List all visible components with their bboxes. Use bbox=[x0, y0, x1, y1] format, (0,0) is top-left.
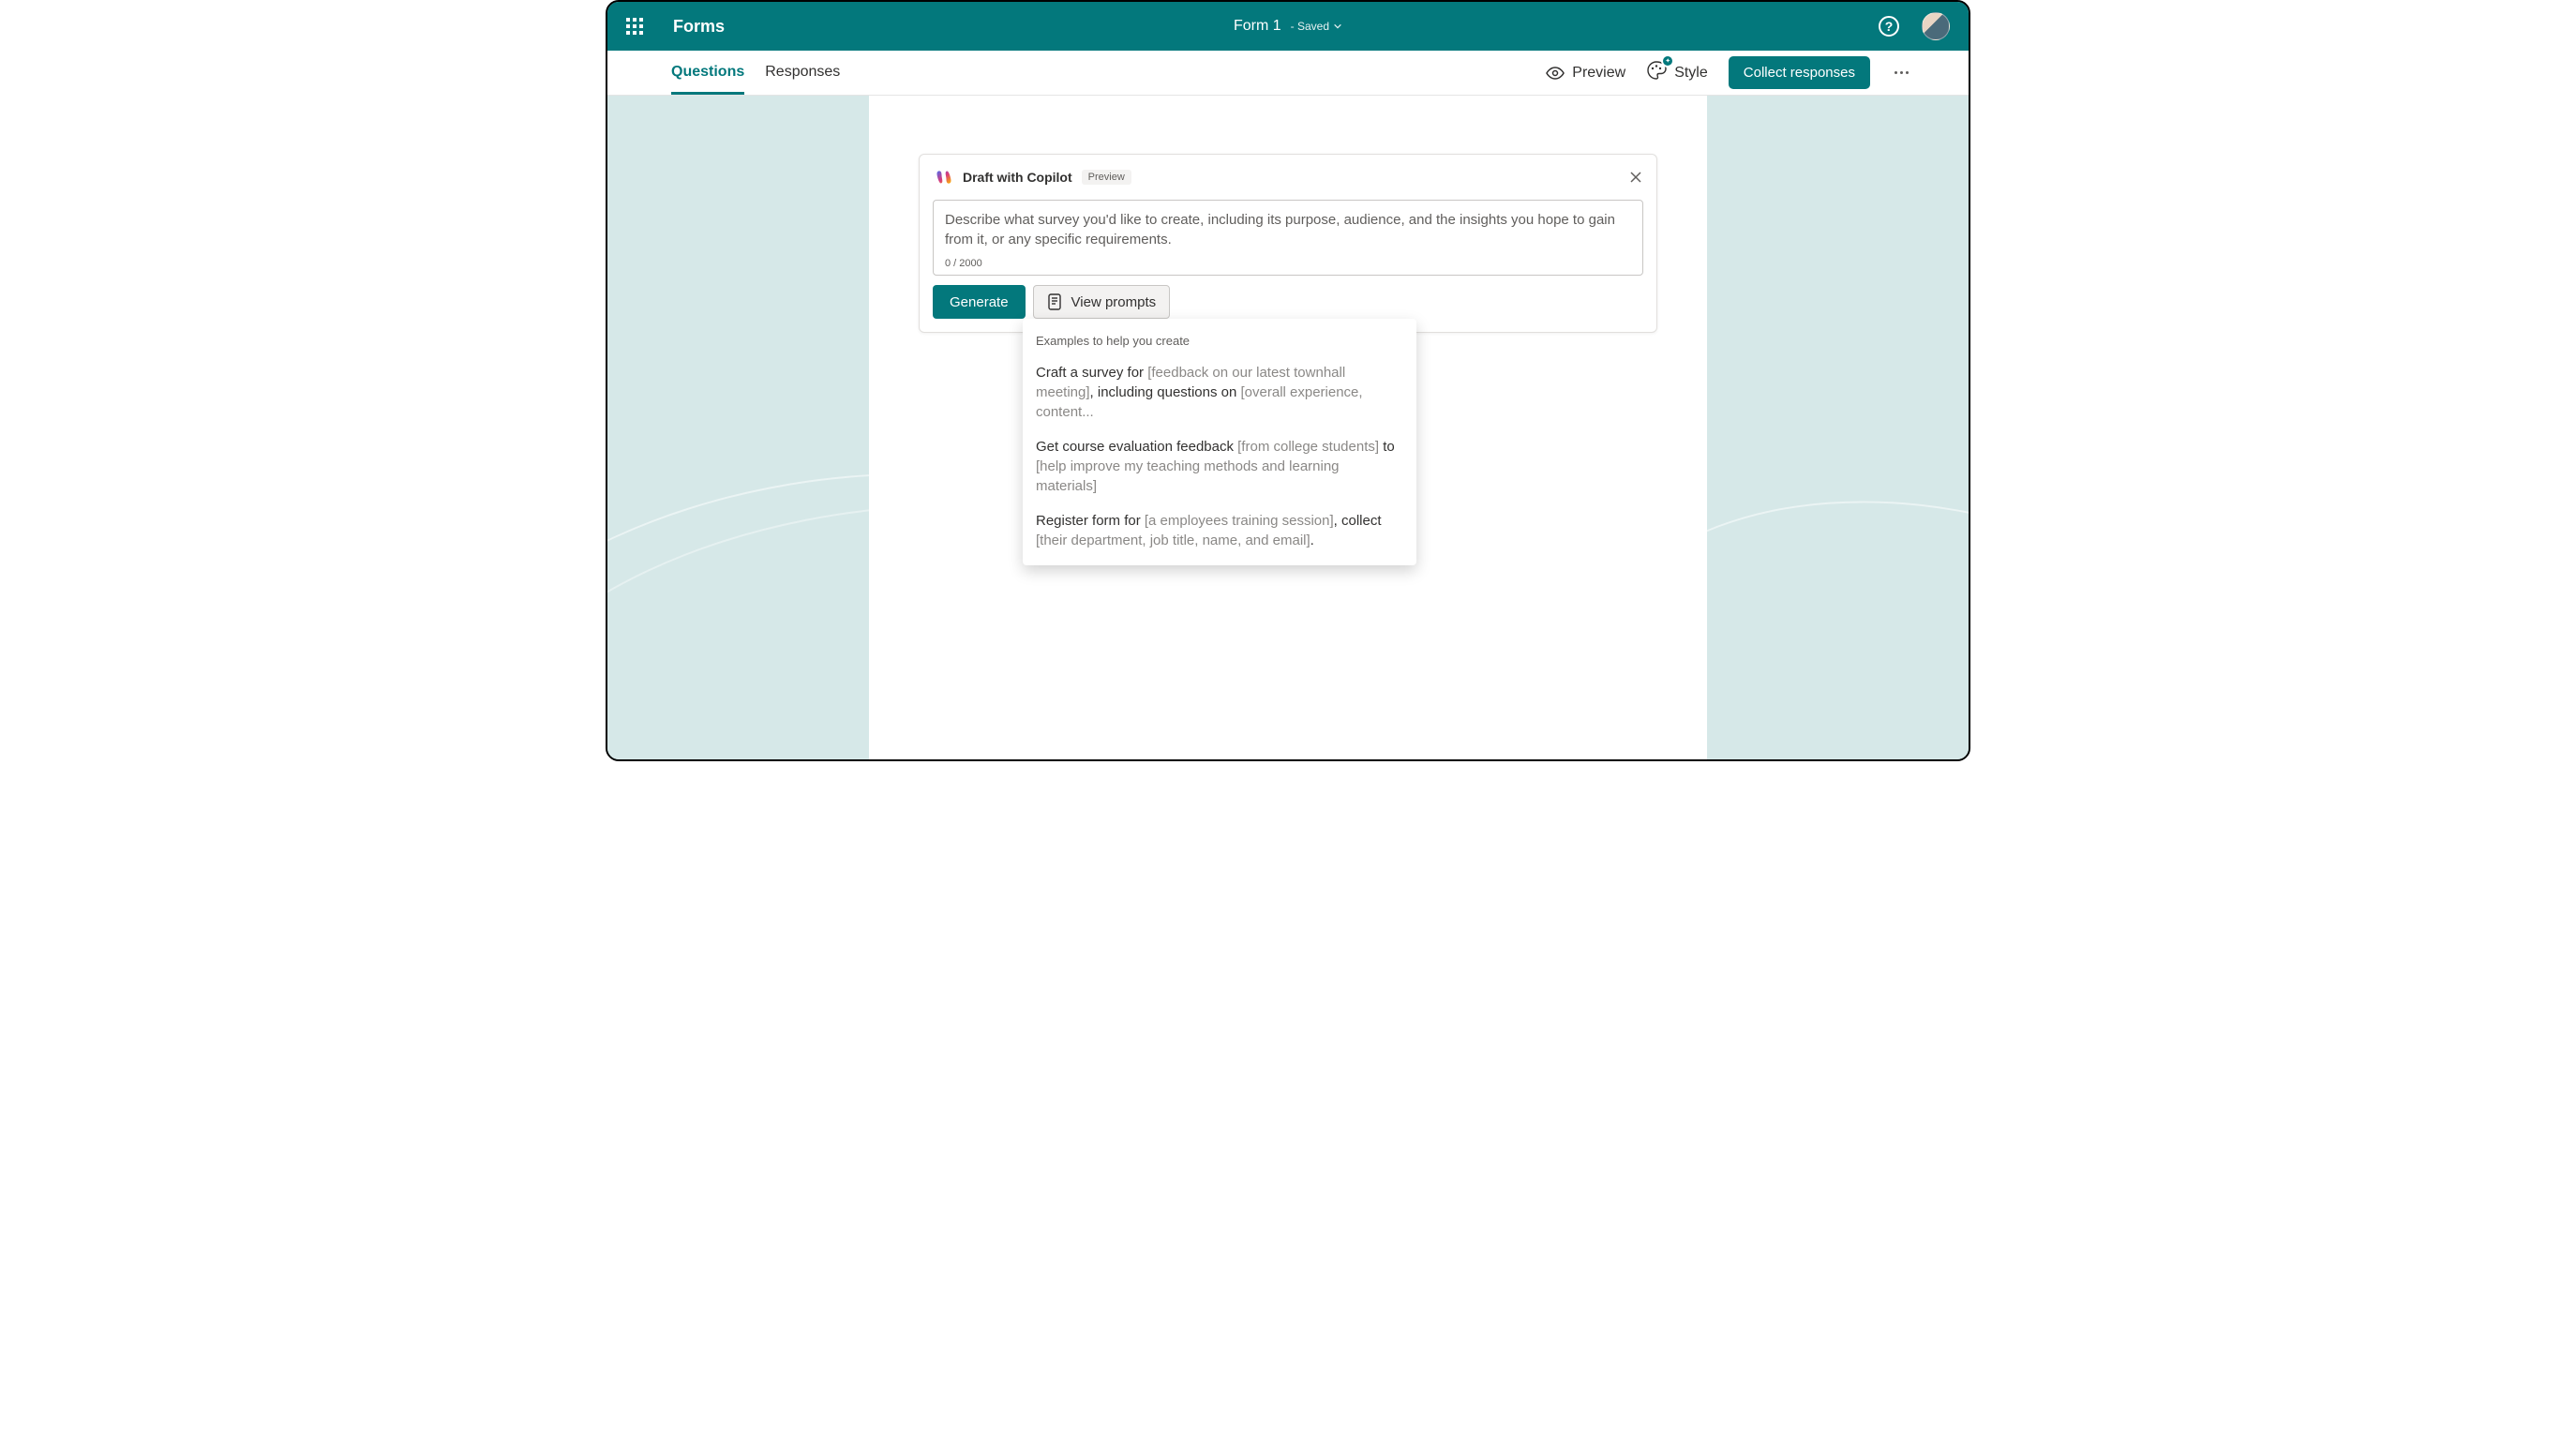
prompt-example[interactable]: Get course evaluation feedback [from col… bbox=[1023, 429, 1416, 503]
chevron-down-icon bbox=[1333, 22, 1342, 31]
style-button[interactable]: Style bbox=[1646, 60, 1708, 85]
prompts-dropdown: Examples to help you create Craft a surv… bbox=[1023, 319, 1416, 565]
prompts-icon bbox=[1047, 293, 1062, 310]
prompt-input[interactable] bbox=[945, 210, 1631, 251]
prompt-box: 0 / 2000 bbox=[933, 200, 1643, 276]
generate-button[interactable]: Generate bbox=[933, 285, 1026, 319]
view-prompts-button[interactable]: View prompts bbox=[1033, 285, 1171, 319]
preview-label: Preview bbox=[1572, 65, 1625, 82]
app-name: Forms bbox=[673, 17, 725, 37]
document-title-area[interactable]: Form 1 - Saved bbox=[1234, 18, 1342, 35]
avatar[interactable] bbox=[1922, 12, 1950, 40]
toolbar: Questions Responses Preview Style Collec… bbox=[607, 51, 1969, 96]
copilot-card-title: Draft with Copilot bbox=[963, 170, 1072, 185]
copilot-icon bbox=[935, 168, 953, 187]
preview-button[interactable]: Preview bbox=[1546, 65, 1625, 82]
collect-responses-button[interactable]: Collect responses bbox=[1729, 56, 1870, 89]
view-prompts-label: View prompts bbox=[1071, 294, 1157, 310]
more-options-icon[interactable] bbox=[1891, 68, 1912, 78]
form-canvas: Draft with Copilot Preview 0 / 2000 Gene… bbox=[869, 96, 1707, 759]
prompt-example[interactable]: Craft a survey for [feedback on our late… bbox=[1023, 355, 1416, 429]
char-count: 0 / 2000 bbox=[945, 258, 1631, 269]
waffle-icon[interactable] bbox=[626, 18, 643, 35]
style-label: Style bbox=[1674, 65, 1708, 82]
canvas-background: Draft with Copilot Preview 0 / 2000 Gene… bbox=[607, 96, 1969, 759]
tab-questions[interactable]: Questions bbox=[671, 52, 744, 95]
help-icon[interactable]: ? bbox=[1879, 16, 1899, 37]
document-title: Form 1 bbox=[1234, 18, 1281, 35]
dropdown-header: Examples to help you create bbox=[1023, 330, 1416, 355]
prompt-example[interactable]: Register form for [a employees training … bbox=[1023, 503, 1416, 558]
copilot-card: Draft with Copilot Preview 0 / 2000 Gene… bbox=[919, 154, 1657, 333]
top-bar: Forms Form 1 - Saved ? bbox=[607, 2, 1969, 51]
preview-badge: Preview bbox=[1082, 170, 1131, 185]
eye-icon bbox=[1546, 67, 1565, 80]
close-icon[interactable] bbox=[1628, 170, 1643, 185]
saved-status[interactable]: - Saved bbox=[1291, 20, 1342, 33]
tab-responses[interactable]: Responses bbox=[765, 52, 840, 94]
